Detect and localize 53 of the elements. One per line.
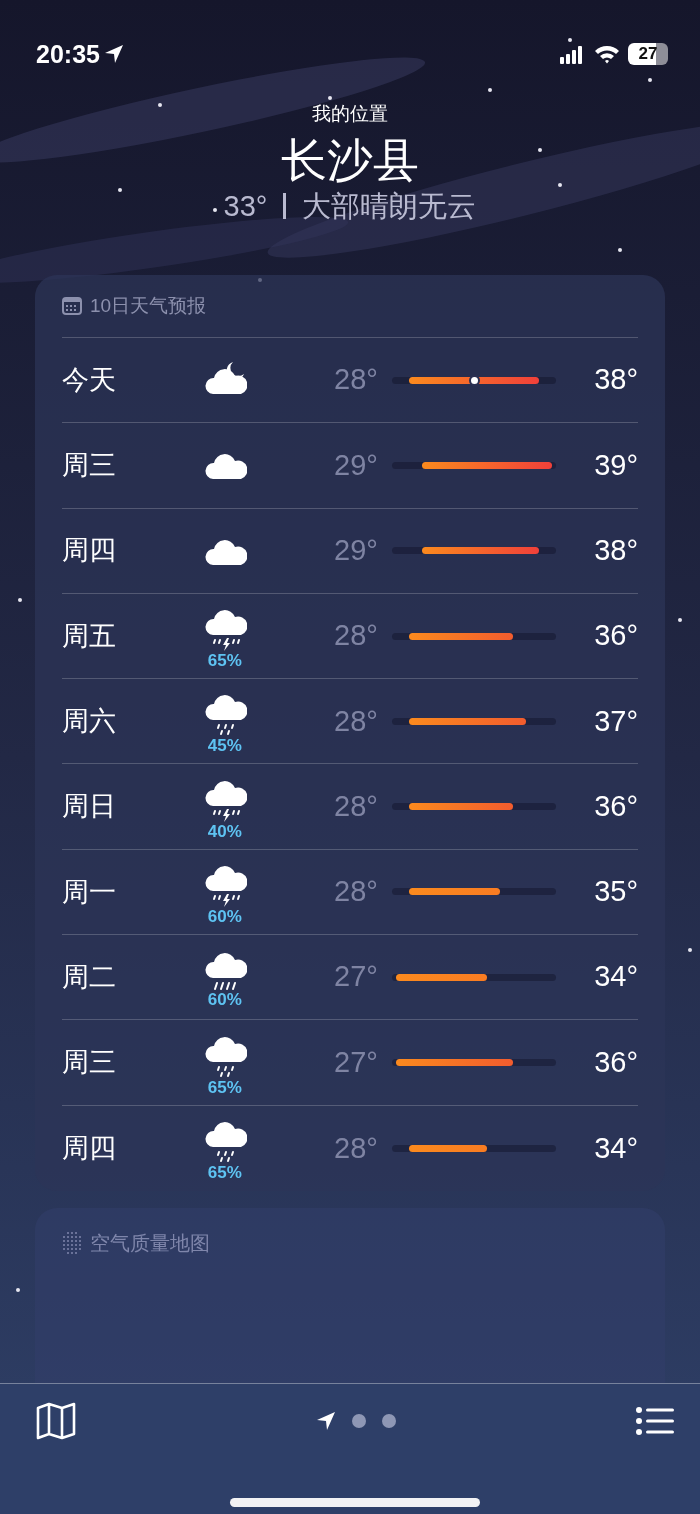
- day-label: 周四: [62, 534, 117, 568]
- page-dot[interactable]: [382, 1414, 396, 1428]
- map-icon[interactable]: [36, 1402, 76, 1440]
- day-label: 周二: [62, 960, 117, 994]
- calendar-icon: [62, 297, 82, 315]
- high-temperature: 35°: [593, 874, 638, 910]
- city-name: 长沙县: [280, 133, 420, 188]
- high-temperature: 37°: [593, 703, 638, 739]
- section-title: 空气质量地图: [90, 1230, 210, 1256]
- high-temperature: 34°: [593, 959, 638, 995]
- day-label: 今天: [62, 363, 117, 397]
- day-label: 周五: [62, 619, 117, 653]
- page-dot[interactable]: [352, 1414, 366, 1428]
- section-title: 10日天气预报: [90, 293, 207, 318]
- day-label: 周一: [62, 875, 117, 909]
- precipitation-chance: 40%: [207, 821, 242, 842]
- precipitation-chance: 65%: [207, 1077, 242, 1098]
- day-label: 周四: [62, 1132, 117, 1166]
- day-label: 周三: [62, 1046, 117, 1080]
- current-temperature: 33°: [223, 190, 268, 222]
- low-temperature: 29°: [333, 447, 378, 483]
- weather-condition: 大部晴朗无云: [302, 190, 477, 222]
- location-arrow-icon[interactable]: [316, 1411, 336, 1431]
- low-temperature: 28°: [333, 618, 378, 654]
- location-label: 我的位置: [311, 102, 389, 126]
- precipitation-chance: 65%: [207, 651, 242, 672]
- wifi-icon: [594, 44, 620, 64]
- low-temperature: 28°: [333, 362, 378, 398]
- precipitation-chance: 60%: [207, 990, 242, 1011]
- low-temperature: 28°: [333, 1130, 378, 1166]
- list-icon[interactable]: [636, 1407, 674, 1435]
- day-label: 周三: [62, 449, 117, 483]
- low-temperature: 27°: [333, 959, 378, 995]
- high-temperature: 36°: [593, 618, 638, 654]
- day-label: 周日: [62, 790, 117, 824]
- dotted-map-icon: [62, 1230, 82, 1255]
- low-temperature: 28°: [333, 788, 378, 824]
- day-label: 周六: [62, 705, 117, 739]
- battery-indicator: 27: [628, 43, 668, 65]
- high-temperature: 38°: [593, 362, 638, 398]
- high-temperature: 38°: [593, 533, 638, 568]
- precipitation-chance: 60%: [207, 906, 242, 927]
- low-temperature: 28°: [333, 874, 378, 910]
- high-temperature: 34°: [593, 1130, 638, 1166]
- clock-time: 20:35: [36, 39, 100, 69]
- low-temperature: 27°: [333, 1044, 378, 1080]
- high-temperature: 36°: [593, 788, 638, 824]
- precipitation-chance: 45%: [207, 736, 242, 757]
- low-temperature: 28°: [333, 703, 378, 739]
- precipitation-chance: 65%: [207, 1163, 242, 1184]
- low-temperature: 29°: [333, 533, 378, 568]
- high-temperature: 39°: [593, 447, 638, 483]
- high-temperature: 36°: [593, 1044, 638, 1080]
